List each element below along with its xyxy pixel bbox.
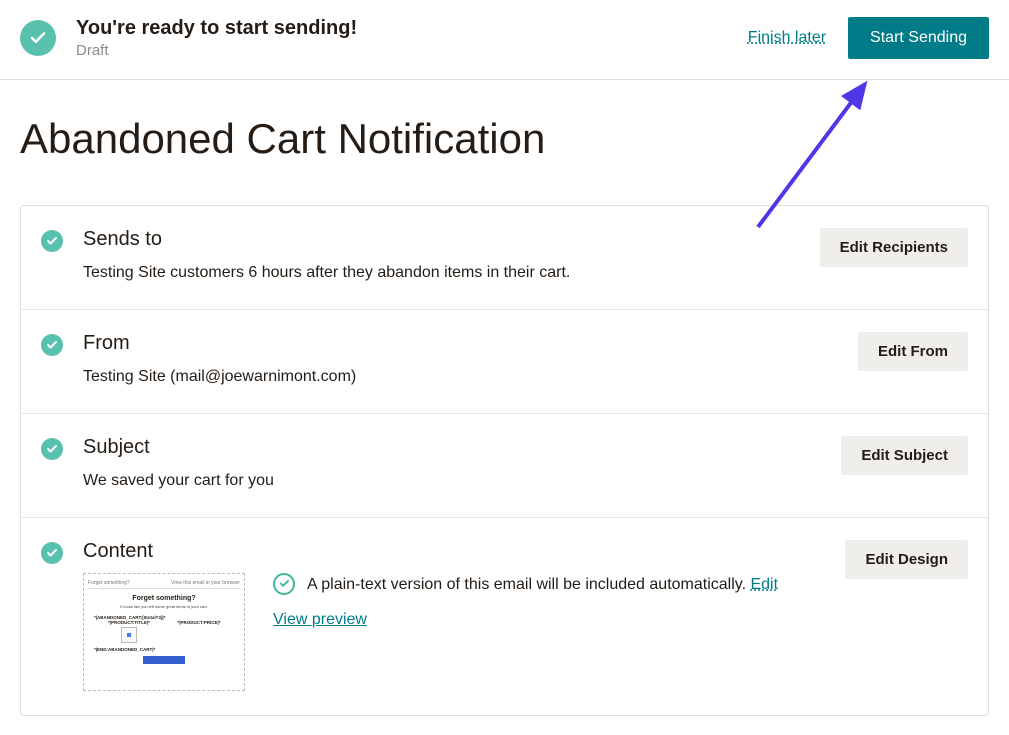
row-from: From Testing Site (mail@joewarnimont.com… (21, 310, 988, 414)
view-preview-link[interactable]: View preview (273, 611, 367, 628)
check-icon (41, 438, 63, 460)
edit-plaintext-link[interactable]: Edit (750, 576, 778, 593)
header-actions: Finish later Start Sending (748, 17, 989, 59)
edit-subject-button[interactable]: Edit Subject (841, 436, 968, 475)
plaintext-note: A plain-text version of this email will … (307, 573, 778, 597)
row-description: Testing Site (mail@joewarnimont.com) (83, 365, 842, 389)
thumb-tag-end: *|END:ABANDONED_CART|* (88, 645, 240, 652)
thumb-product-price: *|PRODUCT:PRICE|* (164, 620, 234, 625)
header-bar: You're ready to start sending! Draft Fin… (0, 0, 1009, 80)
edit-recipients-button[interactable]: Edit Recipients (820, 228, 968, 267)
edit-design-button[interactable]: Edit Design (845, 540, 968, 579)
start-sending-button[interactable]: Start Sending (848, 17, 989, 59)
config-panel: Sends to Testing Site customers 6 hours … (20, 205, 989, 716)
ready-check-icon (20, 20, 56, 56)
check-icon (41, 230, 63, 252)
content-info: A plain-text version of this email will … (273, 573, 829, 691)
row-description: Testing Site customers 6 hours after the… (83, 261, 804, 285)
row-description: We saved your cart for you (83, 469, 825, 493)
plaintext-note-text: A plain-text version of this email will … (307, 576, 750, 593)
check-outline-icon (273, 573, 295, 595)
thumb-heading: Forget something? (92, 595, 236, 602)
row-body: Content Forget something? View this emai… (63, 540, 845, 691)
header-text: You're ready to start sending! Draft (76, 15, 357, 61)
thumb-cta (143, 656, 185, 664)
edit-from-button[interactable]: Edit From (858, 332, 968, 371)
row-heading: From (83, 332, 842, 355)
row-heading: Subject (83, 436, 825, 459)
thumb-product-title: *|PRODUCT:TITLE|* (94, 620, 164, 625)
thumb-top-right: View this email in your browser (171, 580, 240, 586)
finish-later-link[interactable]: Finish later (748, 29, 826, 47)
row-heading: Content (83, 540, 829, 563)
row-sends-to: Sends to Testing Site customers 6 hours … (21, 206, 988, 310)
page-title: Abandoned Cart Notification (0, 80, 1009, 205)
row-body: Sends to Testing Site customers 6 hours … (63, 228, 820, 285)
header-left: You're ready to start sending! Draft (20, 15, 357, 61)
row-content: Content Forget something? View this emai… (21, 518, 988, 715)
email-thumbnail[interactable]: Forget something? View this email in you… (83, 573, 245, 691)
thumb-top-left: Forget something? (88, 580, 130, 586)
row-heading: Sends to (83, 228, 804, 251)
row-subject: Subject We saved your cart for you Edit … (21, 414, 988, 518)
header-status: Draft (76, 41, 357, 61)
thumb-sub: It looks like you left some great items … (92, 604, 236, 609)
check-icon (41, 334, 63, 356)
header-title: You're ready to start sending! (76, 15, 357, 41)
row-body: Subject We saved your cart for you (63, 436, 841, 493)
check-icon (41, 542, 63, 564)
row-body: From Testing Site (mail@joewarnimont.com… (63, 332, 858, 389)
